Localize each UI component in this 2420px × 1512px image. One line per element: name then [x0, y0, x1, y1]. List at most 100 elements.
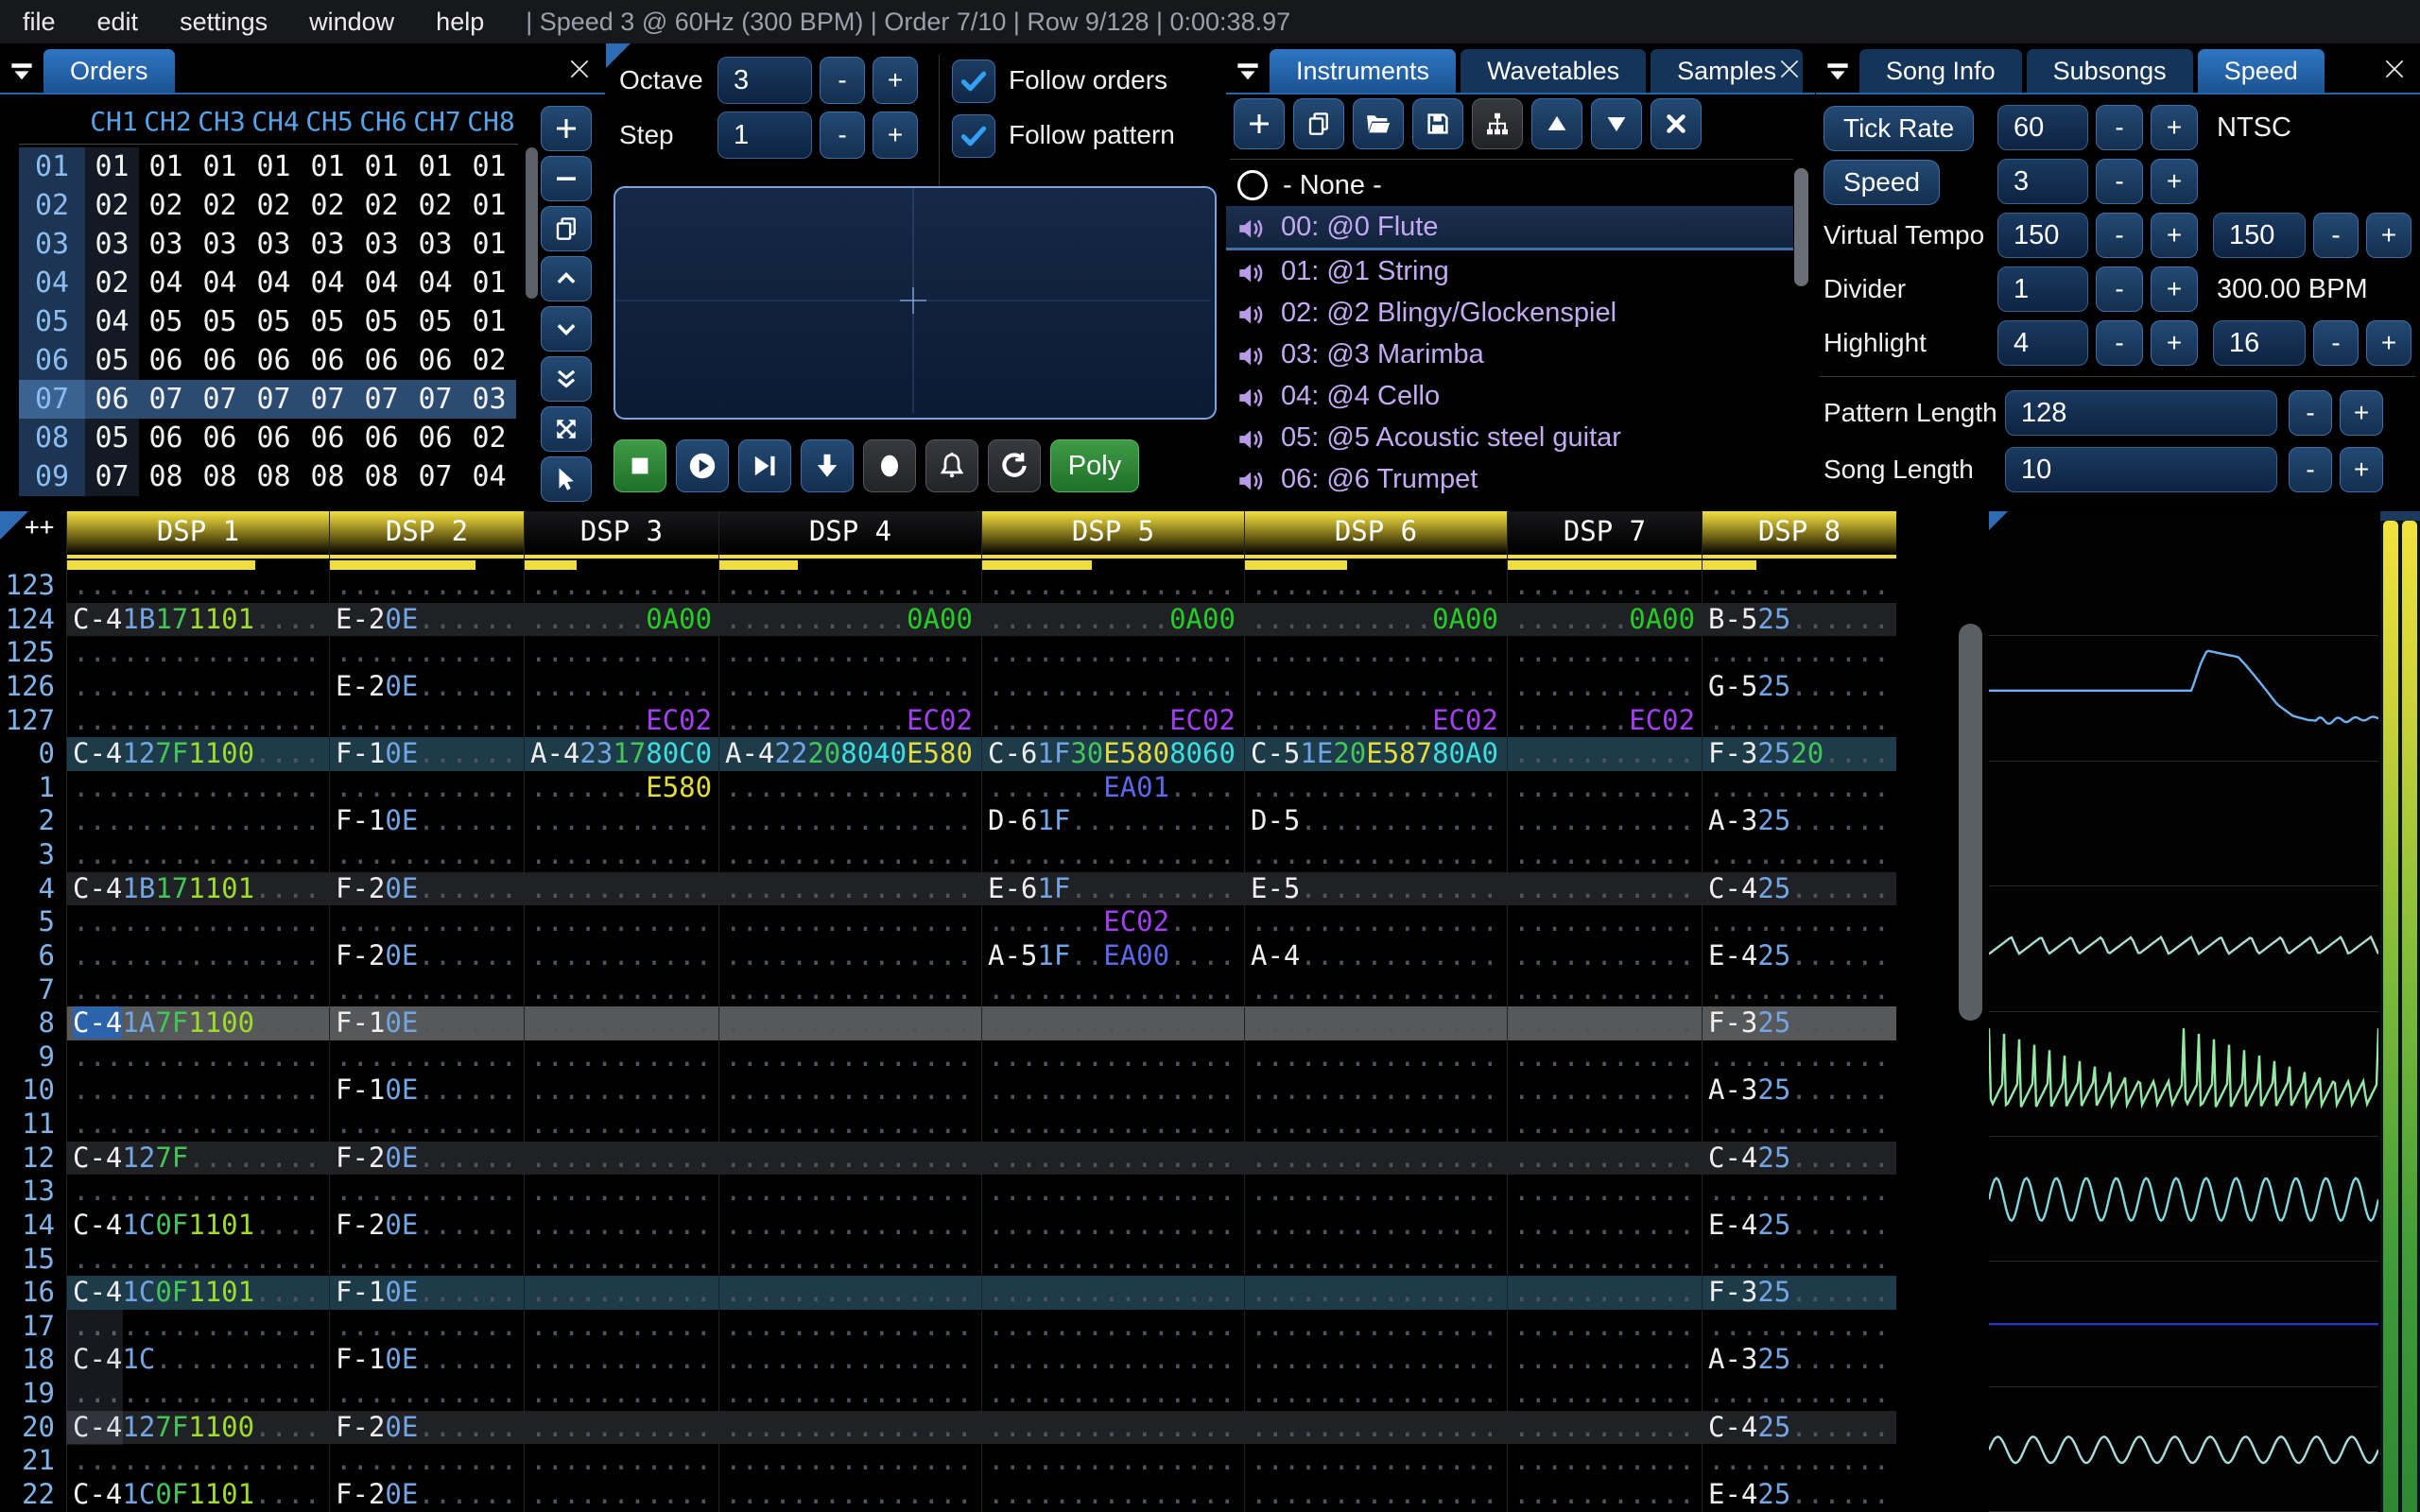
pattern-cell[interactable]: A-325......: [1702, 1074, 1896, 1108]
pattern-cell[interactable]: ...............: [1244, 1309, 1507, 1344]
instrument-item[interactable]: 02: @2 Blingy/Glockenspiel: [1226, 292, 1793, 334]
pattern-row[interactable]: 19......................................…: [0, 1377, 1896, 1411]
pattern-cell[interactable]: ...........: [524, 1040, 718, 1074]
order-cell[interactable]: 05: [247, 302, 301, 341]
pattern-cell[interactable]: ...........: [329, 569, 524, 603]
metronome-button[interactable]: [925, 439, 978, 492]
pattern-cell[interactable]: ...............: [718, 669, 981, 704]
order-cell[interactable]: 06: [139, 341, 193, 380]
order-cell[interactable]: 08: [193, 457, 247, 496]
field-input-2[interactable]: 16: [2213, 320, 2306, 366]
pattern-cell[interactable]: E-425......: [1702, 1208, 1896, 1243]
order-cell[interactable]: 01: [139, 147, 193, 186]
pattern-row[interactable]: 11......................................…: [0, 1108, 1896, 1142]
order-change-mode-button[interactable]: [541, 406, 592, 452]
pattern-cell[interactable]: ...........: [1507, 1006, 1702, 1040]
pattern-cell[interactable]: ...........: [524, 972, 718, 1007]
pattern-cell[interactable]: ...............: [981, 1141, 1244, 1176]
move-instrument-down-button[interactable]: [1591, 98, 1642, 149]
pattern-cell[interactable]: ...............: [1244, 1006, 1507, 1040]
pattern-cell[interactable]: ...........EC02: [718, 703, 981, 738]
order-cell[interactable]: 07: [408, 457, 462, 496]
increment-button[interactable]: +: [2340, 390, 2383, 436]
instrument-item[interactable]: 01: @1 String: [1226, 250, 1793, 292]
order-cell[interactable]: 02: [301, 186, 354, 225]
pattern-cell[interactable]: ...............: [981, 1343, 1244, 1377]
field-input[interactable]: 128: [2005, 390, 2277, 436]
order-row-number[interactable]: 08: [19, 419, 85, 457]
pattern-cell[interactable]: ...........: [1507, 1343, 1702, 1377]
pattern-cell[interactable]: A-51F..EA00....: [981, 938, 1244, 973]
pattern-cell[interactable]: F-20E......: [329, 1410, 524, 1445]
open-instrument-button[interactable]: [1353, 98, 1404, 149]
pattern-cell[interactable]: ...............: [1244, 636, 1507, 670]
pattern-cell[interactable]: ...........: [524, 1141, 718, 1176]
pattern-cell[interactable]: ...........: [1507, 938, 1702, 973]
pattern-cell[interactable]: ...............: [66, 569, 329, 603]
instrument-list-scrollbar[interactable]: [1794, 168, 1808, 490]
order-row[interactable]: 04 02 04 04 04 04 04 04 01: [19, 264, 516, 302]
pattern-cell[interactable]: ...............: [981, 1276, 1244, 1310]
pattern-cell[interactable]: E-5............: [1244, 871, 1507, 906]
channel-header-2[interactable]: DSP 2: [329, 511, 524, 570]
order-cell[interactable]: 01: [462, 302, 516, 341]
add-order-button[interactable]: [541, 106, 592, 151]
window-menu-icon[interactable]: [1226, 51, 1270, 93]
pattern-row[interactable]: 124 C-41B171101.... E-20E...... .......0A00…: [0, 602, 1896, 637]
pattern-cell[interactable]: ...............: [718, 569, 981, 603]
order-cell[interactable]: 08: [354, 457, 408, 496]
pattern-cell[interactable]: ...............: [718, 1006, 981, 1040]
pattern-cell[interactable]: ...........: [1507, 1276, 1702, 1310]
order-cell[interactable]: 01: [462, 186, 516, 225]
instrument-item-none[interactable]: - None -: [1226, 164, 1793, 206]
pattern-row[interactable]: 20 C-4127F1100.... F-20E..................…: [0, 1410, 1896, 1445]
pattern-cell[interactable]: ...............: [981, 1309, 1244, 1344]
pattern-cell[interactable]: ...............: [66, 1444, 329, 1478]
pattern-cell[interactable]: ...........: [1507, 569, 1702, 603]
pattern-cell[interactable]: ...........: [1702, 1040, 1896, 1074]
pattern-cell[interactable]: ...........: [1702, 1309, 1896, 1344]
pattern-cell[interactable]: ...........: [1507, 669, 1702, 704]
pattern-cell[interactable]: ...........: [1702, 1242, 1896, 1277]
instrument-item[interactable]: 06: @6 Trumpet: [1226, 458, 1793, 500]
octave-decrement-button[interactable]: -: [820, 57, 865, 104]
pattern-cell[interactable]: ...............: [981, 1108, 1244, 1142]
order-cell[interactable]: 03: [301, 225, 354, 264]
pattern-cell[interactable]: ...............: [1244, 569, 1507, 603]
pattern-cell[interactable]: ...........: [329, 1377, 524, 1411]
order-cell[interactable]: 02: [354, 186, 408, 225]
pattern-cell[interactable]: ...........: [524, 1410, 718, 1445]
pattern-row[interactable]: 0 C-4127F1100.... F-10E...... A-4231780C0 A-…: [0, 737, 1896, 771]
order-cell[interactable]: 04: [354, 264, 408, 302]
pattern-cell[interactable]: ...........: [1702, 1175, 1896, 1209]
pattern-cell[interactable]: ...........: [524, 1444, 718, 1478]
order-row[interactable]: 06 05 06 06 06 06 06 06 02: [19, 341, 516, 380]
pattern-cell[interactable]: ...............: [1244, 1074, 1507, 1108]
pattern-cell[interactable]: F-10E......: [329, 804, 524, 838]
order-row[interactable]: 09 07 08 08 08 08 08 07 04: [19, 457, 516, 496]
pattern-cell[interactable]: ...........: [1702, 1444, 1896, 1478]
decrement-button[interactable]: -: [2096, 266, 2143, 312]
field-input[interactable]: 3: [1997, 159, 2088, 204]
octave-increment-button[interactable]: +: [873, 57, 918, 104]
tab-orders[interactable]: Orders: [43, 49, 175, 93]
pattern-cell[interactable]: C-4127F........: [66, 1141, 329, 1176]
pattern-cell[interactable]: A-325......: [1702, 1343, 1896, 1377]
pattern-cell[interactable]: ...............: [718, 1410, 981, 1445]
order-cell[interactable]: 07: [247, 380, 301, 419]
order-cell[interactable]: 04: [408, 264, 462, 302]
pattern-row[interactable]: 127.......................... .......EC02…: [0, 703, 1896, 738]
order-cell[interactable]: 05: [85, 341, 139, 380]
field-label-chip[interactable]: Speed: [1824, 160, 1940, 205]
order-cell[interactable]: 03: [462, 380, 516, 419]
pattern-cell[interactable]: ...........: [1507, 1074, 1702, 1108]
pattern-cell[interactable]: D-5............: [1244, 804, 1507, 838]
pattern-cell[interactable]: F-20E......: [329, 1141, 524, 1176]
channel-header-6[interactable]: DSP 6: [1244, 511, 1507, 570]
pattern-cell[interactable]: F-325......: [1702, 1276, 1896, 1310]
duplicate-order-end-button[interactable]: [541, 356, 592, 402]
pattern-cell[interactable]: ...............: [718, 1242, 981, 1277]
order-cell[interactable]: 04: [85, 302, 139, 341]
pattern-cell[interactable]: ...........: [329, 972, 524, 1007]
pattern-cell[interactable]: ...........: [524, 569, 718, 603]
